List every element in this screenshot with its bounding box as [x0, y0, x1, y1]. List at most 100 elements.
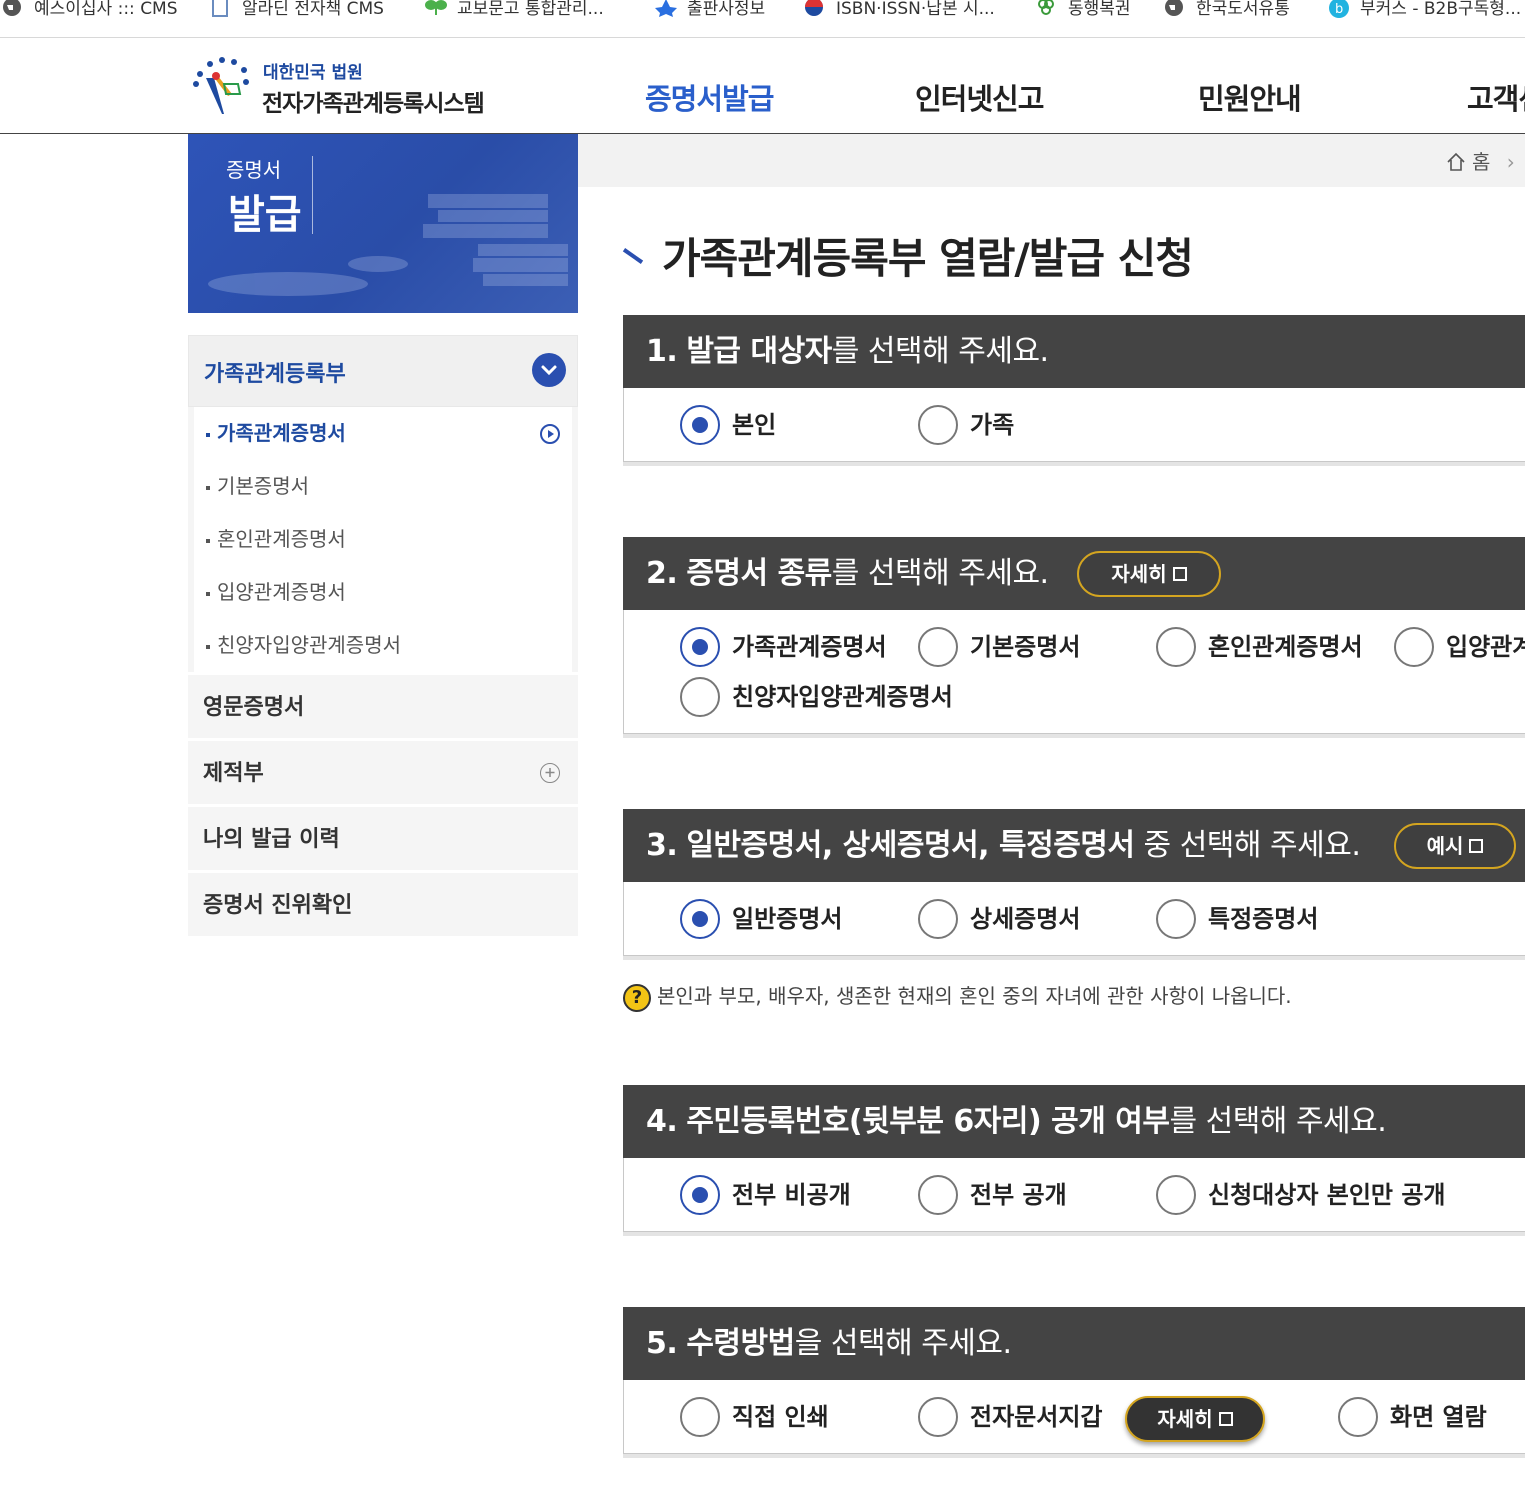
option-label-general[interactable]: 일반증명서 [732, 899, 842, 939]
option-label-self-only-public[interactable]: 신청대상자 본인만 공개 [1208, 1175, 1446, 1215]
leaf-icon [425, 0, 447, 17]
radio-basic[interactable] [918, 627, 958, 667]
step-keyword: 수령방법 [686, 1326, 795, 1361]
site-logo[interactable]: 대한민국 법원 전자가족관계등록시스템 [188, 52, 518, 122]
breadcrumb-home-label: 홈 [1472, 150, 1491, 174]
step-1-options: 본인 가족 [623, 388, 1525, 462]
radio-detailed[interactable] [918, 899, 958, 939]
step-keyword: 일반증명서, 상세증명서, 특정증명서 [686, 828, 1135, 863]
bookmark[interactable]: b 부커스 - B2B구독형... [1328, 0, 1521, 19]
bookmark[interactable]: 동행복권 [1036, 0, 1131, 19]
sidebar-item-full-adoption[interactable]: 친양자입양관계증명서 [194, 619, 572, 672]
sidebar: 가족관계등록부 가족관계증명서 기본증명서 혼인관계증명서 입양관계증명서 친양… [188, 335, 578, 936]
svg-text:b: b [1335, 2, 1343, 17]
option-label-all-private[interactable]: 전부 비공개 [732, 1175, 851, 1215]
nav-civil-guide[interactable]: 민원안내 [1198, 76, 1302, 118]
option-label-adoption[interactable]: 입양관계증명서 [1446, 627, 1525, 667]
help-note: ? 본인과 부모, 배우자, 생존한 현재의 혼인 중의 자녀에 관한 사항이 나… [623, 980, 1292, 1012]
sidebar-section-header[interactable]: 가족관계등록부 [188, 335, 578, 407]
step-1-header: 1. 발급 대상자를 선택해 주세요. [623, 315, 1525, 388]
option-label-specific[interactable]: 특정증명서 [1208, 899, 1318, 939]
step-1-issue-target: 1. 발급 대상자를 선택해 주세요. 본인 가족 [623, 315, 1525, 466]
radio-all-public[interactable] [918, 1175, 958, 1215]
sidebar-item-authenticity[interactable]: 증명서 진위확인 [188, 870, 578, 936]
option-label-full-adoption[interactable]: 친양자입양관계증명서 [732, 677, 953, 717]
bookmark-label: 알라딘 전자책 CMS [242, 0, 384, 19]
radio-specific[interactable] [1156, 899, 1196, 939]
page-title-text: 가족관계등록부 열람/발급 신청 [662, 234, 1194, 283]
external-link-icon [1218, 1411, 1233, 1426]
step-number: 5. [646, 1326, 678, 1361]
bookmark[interactable]: 알라딘 전자책 CMS [210, 0, 384, 19]
radio-family[interactable] [918, 405, 958, 445]
radio-all-private[interactable] [680, 1175, 720, 1215]
sidebar-item-label: 제적부 [203, 761, 264, 786]
option-label-self[interactable]: 본인 [732, 405, 776, 445]
radio-marriage[interactable] [1156, 627, 1196, 667]
example-button[interactable]: 예시 [1394, 823, 1516, 869]
radio-screen-view[interactable] [1338, 1397, 1378, 1437]
radio-e-wallet[interactable] [918, 1397, 958, 1437]
star-icon [655, 0, 677, 17]
sidebar-section-label: 가족관계등록부 [204, 362, 346, 387]
sidebar-item-label: 친양자입양관계증명서 [217, 633, 401, 657]
site-header: 대한민국 법원 전자가족관계등록시스템 증명서발급 인터넷신고 민원안내 고객센… [0, 38, 1525, 134]
bookmark[interactable]: 출판사정보 [655, 0, 765, 19]
option-label-direct-print[interactable]: 직접 인쇄 [732, 1397, 829, 1437]
e-wallet-detail-button[interactable]: 자세히 [1125, 1396, 1265, 1442]
external-link-icon [1172, 566, 1187, 581]
radio-family-relation[interactable] [680, 627, 720, 667]
bullet-icon [206, 591, 210, 596]
option-label-detailed[interactable]: 상세증명서 [970, 899, 1080, 939]
radio-adoption[interactable] [1394, 627, 1434, 667]
radio-self-only-public[interactable] [1156, 1175, 1196, 1215]
sidebar-item-english[interactable]: 영문증명서 [188, 672, 578, 738]
option-label-family[interactable]: 가족 [970, 405, 1014, 445]
sidebar-submenu: 가족관계증명서 기본증명서 혼인관계증명서 입양관계증명서 친양자입양관계증명서 [188, 407, 578, 672]
sidebar-item-removed-register[interactable]: 제적부 [188, 738, 578, 804]
sidebar-item-adoption[interactable]: 입양관계증명서 [194, 566, 572, 619]
sidebar-item-basic[interactable]: 기본증명서 [194, 460, 572, 513]
breadcrumb: 홈 › [578, 134, 1525, 187]
sidebar-item-family-relation[interactable]: 가족관계증명서 [194, 407, 572, 460]
nav-certificate-issue[interactable]: 증명서발급 [645, 76, 774, 118]
plus-circle-icon[interactable] [540, 763, 560, 783]
option-label-basic[interactable]: 기본증명서 [970, 627, 1080, 667]
radio-general[interactable] [680, 899, 720, 939]
sidebar-item-marriage[interactable]: 혼인관계증명서 [194, 513, 572, 566]
radio-full-adoption[interactable] [680, 677, 720, 717]
sidebar-item-label: 기본증명서 [217, 474, 309, 498]
step-instruction: 를 선택해 주세요. [831, 334, 1049, 369]
logo-title: 전자가족관계등록시스템 [262, 91, 485, 117]
globe-icon [2, 0, 22, 17]
nav-internet-report[interactable]: 인터넷신고 [915, 76, 1044, 118]
clover-icon [1036, 0, 1056, 17]
option-label-marriage[interactable]: 혼인관계증명서 [1208, 627, 1363, 667]
court-emblem-icon [193, 57, 249, 114]
option-label-all-public[interactable]: 전부 공개 [970, 1175, 1067, 1215]
radio-self[interactable] [680, 405, 720, 445]
step-instruction: 를 선택해 주세요. [1169, 1104, 1387, 1139]
bookmark-label: 예스이십사 ::: CMS [34, 0, 178, 19]
detail-button[interactable]: 자세히 [1077, 551, 1221, 597]
step-4-header: 4. 주민등록번호(뒷부분 6자리) 공개 여부를 선택해 주세요. [623, 1085, 1525, 1158]
radio-direct-print[interactable] [680, 1397, 720, 1437]
bookmark[interactable]: 예스이십사 ::: CMS [2, 0, 178, 19]
step-keyword: 발급 대상자 [686, 334, 832, 369]
step-5-options: 직접 인쇄 전자문서지갑 자세히 화면 열람 [623, 1380, 1525, 1454]
option-label-screen-view[interactable]: 화면 열람 [1390, 1397, 1487, 1437]
sidebar-item-issue-history[interactable]: 나의 발급 이력 [188, 804, 578, 870]
option-label-family-relation[interactable]: 가족관계증명서 [732, 627, 887, 667]
bookmark[interactable]: 한국도서유통 [1164, 0, 1290, 19]
bookmark-label: 출판사정보 [687, 0, 766, 19]
step-number: 3. [646, 828, 678, 863]
banner-text-top: 증명서 [226, 158, 282, 182]
breadcrumb-home[interactable]: 홈 › [1446, 146, 1515, 175]
divider [623, 734, 1525, 738]
nav-customer-center[interactable]: 고객센터 [1467, 76, 1525, 118]
bookmark[interactable]: 교보문고 통합관리... [425, 0, 604, 19]
step-number: 4. [646, 1104, 678, 1139]
chevron-down-icon[interactable] [532, 353, 566, 387]
bookmark[interactable]: ISBN·ISSN·납본 시... [804, 0, 995, 19]
option-label-e-wallet[interactable]: 전자문서지갑 [970, 1397, 1102, 1437]
